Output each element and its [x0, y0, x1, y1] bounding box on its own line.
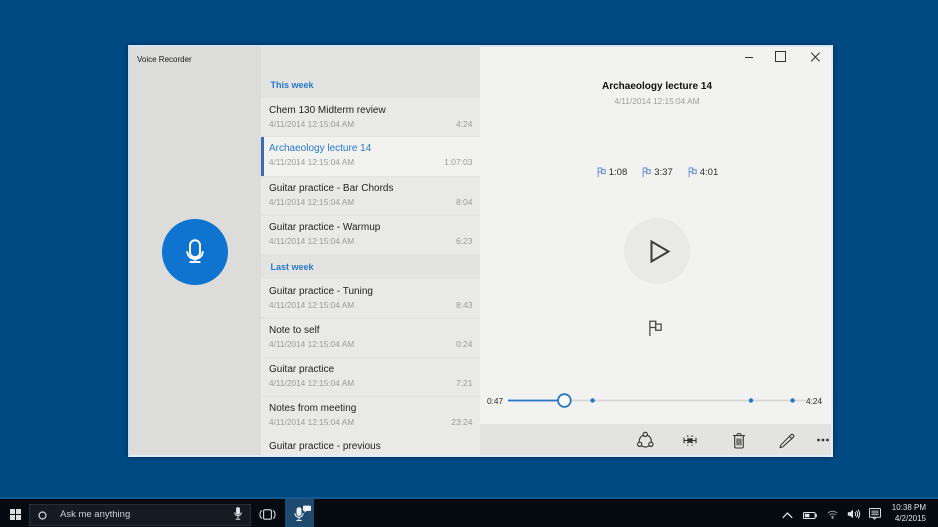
svg-text:4:24: 4:24 — [806, 396, 823, 406]
svg-text:0:47: 0:47 — [487, 396, 504, 406]
